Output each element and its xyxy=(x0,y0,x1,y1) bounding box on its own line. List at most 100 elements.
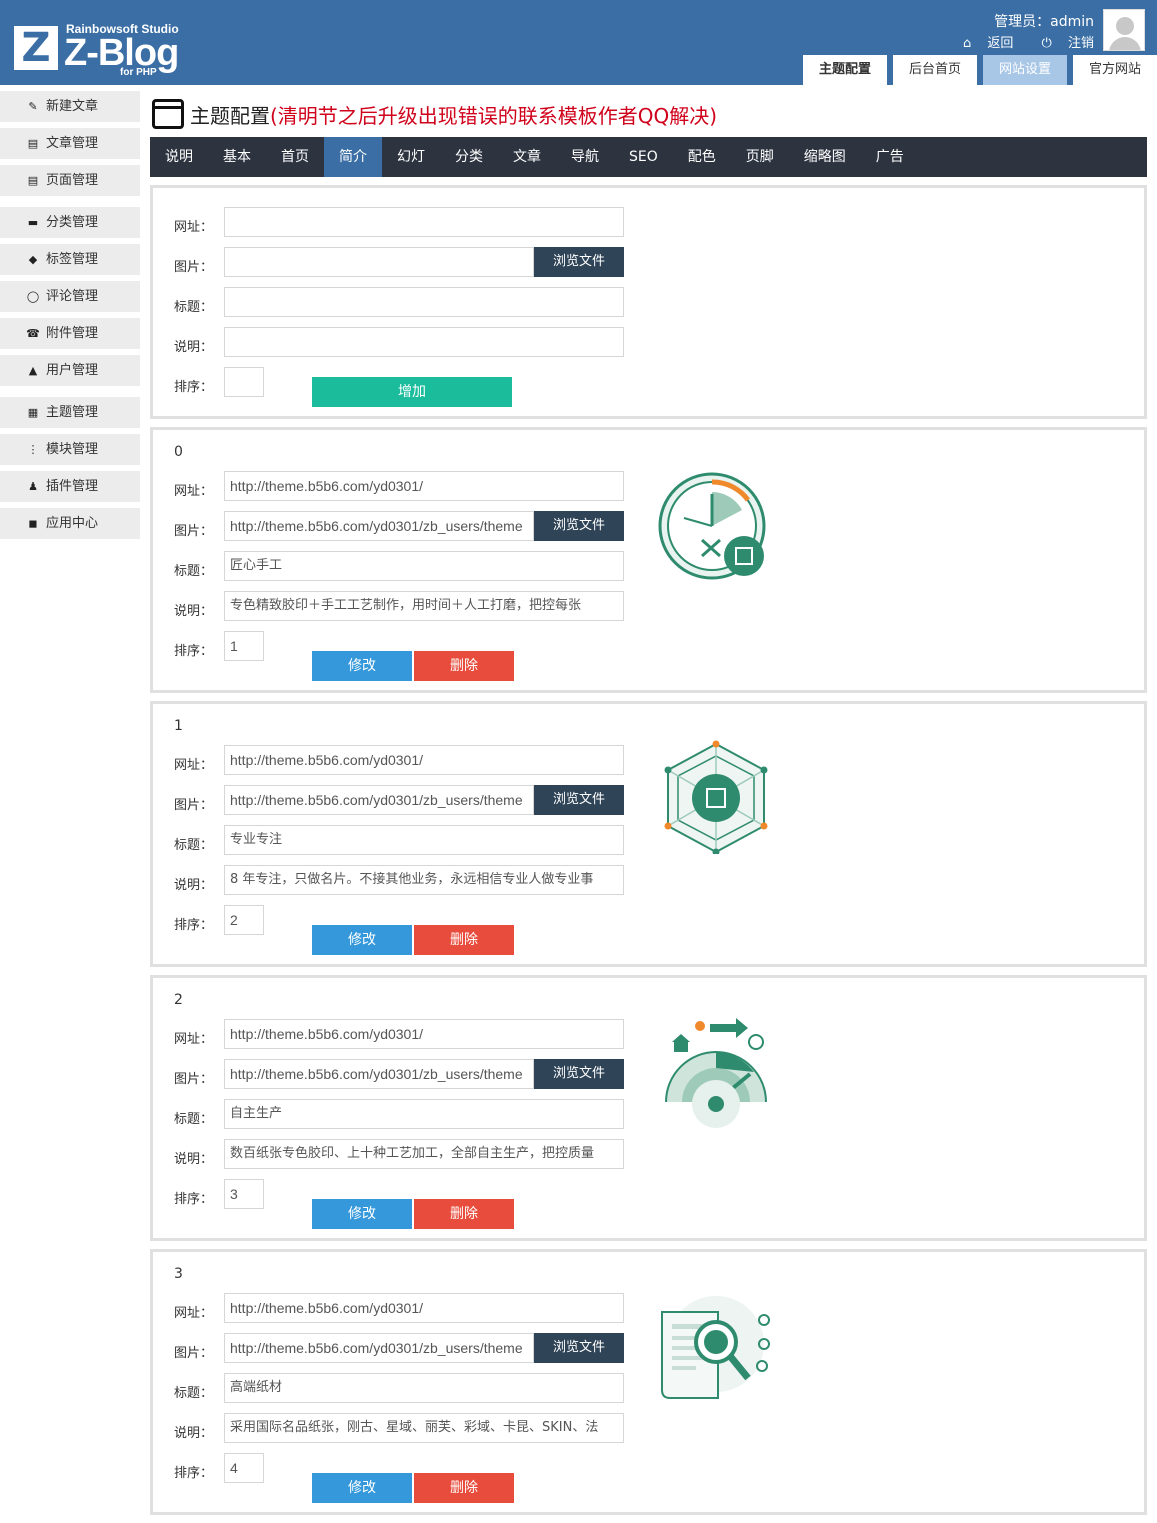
desc-input[interactable]: 数百纸张专色胶印、上十种工艺加工，全部自主生产，把控质量 xyxy=(224,1139,624,1169)
browse-file-button[interactable]: 浏览文件 xyxy=(534,1059,624,1089)
sidebar-item-themes[interactable]: ▦ 主题管理 xyxy=(0,397,140,428)
tab-ads[interactable]: 广告 xyxy=(861,137,919,177)
hexagon-network-icon xyxy=(664,740,768,854)
sidebar-item-pages[interactable]: ▤ 页面管理 xyxy=(0,165,140,196)
header-tab-site-settings[interactable]: 网站设置 xyxy=(982,55,1067,85)
browse-file-button[interactable]: 浏览文件 xyxy=(534,785,624,815)
sidebar-item-label: 评论管理 xyxy=(46,289,99,304)
plugin-icon: ♟ xyxy=(28,480,38,493)
sidebar-item-new-article[interactable]: ✎ 新建文章 xyxy=(0,91,140,122)
new-url-input[interactable] xyxy=(224,207,624,237)
app-center-icon: ◼ xyxy=(28,517,38,530)
delete-button[interactable]: 删除 xyxy=(414,651,514,681)
sidebar-item-label: 分类管理 xyxy=(46,215,99,230)
sidebar-item-label: 模块管理 xyxy=(46,442,99,457)
attachment-icon: ☎ xyxy=(26,327,40,340)
sidebar-item-label: 标签管理 xyxy=(46,252,99,267)
avatar-head-shape xyxy=(1116,17,1134,35)
sidebar-item-plugins[interactable]: ♟ 插件管理 xyxy=(0,471,140,502)
add-button[interactable]: 增加 xyxy=(312,377,512,407)
browse-file-button[interactable]: 浏览文件 xyxy=(534,511,624,541)
edit-button[interactable]: 修改 xyxy=(312,1473,412,1503)
delete-button[interactable]: 删除 xyxy=(414,925,514,955)
url-input[interactable]: http://theme.b5b6.com/yd0301/ xyxy=(224,1019,624,1049)
image-input[interactable]: http://theme.b5b6.com/yd0301/zb_users/th… xyxy=(224,1333,534,1363)
new-desc-input[interactable] xyxy=(224,327,624,357)
tab-categories[interactable]: 分类 xyxy=(440,137,498,177)
url-input[interactable]: http://theme.b5b6.com/yd0301/ xyxy=(224,1293,624,1323)
logout-link[interactable]: ⏻ 注销 xyxy=(1030,32,1094,51)
image-label: 图片： xyxy=(174,1072,214,1087)
avatar[interactable] xyxy=(1103,9,1145,51)
page-title-note: (清明节之后升级出现错误的联系模板作者QQ解决) xyxy=(270,103,718,128)
zblog-logo[interactable]: Z Rainbowsoft Studio Z-Blog for PHP xyxy=(14,22,194,82)
order-input[interactable]: 2 xyxy=(224,905,264,935)
tab-seo[interactable]: SEO xyxy=(614,137,673,177)
desc-label: 说明： xyxy=(174,1426,214,1441)
logo-mark: Z xyxy=(14,26,58,70)
sidebar-item-attachments[interactable]: ☎ 附件管理 xyxy=(0,318,140,349)
new-image-input[interactable] xyxy=(224,247,534,277)
intro-item-panel: 0 网址： http://theme.b5b6.com/yd0301/ 图片： … xyxy=(150,427,1147,693)
title-label: 标题： xyxy=(174,1386,214,1401)
image-label: 图片： xyxy=(174,798,214,813)
back-link[interactable]: ⌂ 返回 xyxy=(951,32,1013,51)
order-label: 排序： xyxy=(174,380,214,395)
sidebar-item-comments[interactable]: ◯ 评论管理 xyxy=(0,281,140,312)
new-order-input[interactable] xyxy=(224,367,264,397)
tab-intro[interactable]: 简介 xyxy=(324,137,382,177)
title-input[interactable]: 专业专注 xyxy=(224,825,624,855)
sidebar-item-label: 插件管理 xyxy=(46,479,99,494)
sidebar-item-categories[interactable]: ▬ 分类管理 xyxy=(0,207,140,238)
tab-basic[interactable]: 基本 xyxy=(208,137,266,177)
tab-thumbnails[interactable]: 缩略图 xyxy=(789,137,861,177)
browse-file-button[interactable]: 浏览文件 xyxy=(534,247,624,277)
new-title-input[interactable] xyxy=(224,287,624,317)
order-label: 排序： xyxy=(174,644,214,659)
desc-input[interactable]: 采用国际名品纸张，刚古、星域、丽芙、彩域、卡昆、SKIN、法 xyxy=(224,1413,624,1443)
image-input[interactable]: http://theme.b5b6.com/yd0301/zb_users/th… xyxy=(224,1059,534,1089)
window-icon xyxy=(152,99,184,129)
page-title: 主题配置 (清明节之后升级出现错误的联系模板作者QQ解决) xyxy=(152,98,717,130)
url-input[interactable]: http://theme.b5b6.com/yd0301/ xyxy=(224,745,624,775)
delete-button[interactable]: 删除 xyxy=(414,1199,514,1229)
order-input[interactable]: 3 xyxy=(224,1179,264,1209)
desc-input[interactable]: 专色精致胶印＋手工工艺制作，用时间＋人工打磨，把控每张 xyxy=(224,591,624,621)
admin-user-label: 管理员：admin xyxy=(994,14,1094,30)
sidebar-item-tags[interactable]: ◆ 标签管理 xyxy=(0,244,140,275)
title-input[interactable]: 高端纸材 xyxy=(224,1373,624,1403)
edit-button[interactable]: 修改 xyxy=(312,651,412,681)
header-tab-official-site[interactable]: 官方网站 xyxy=(1072,55,1157,85)
title-input[interactable]: 自主生产 xyxy=(224,1099,624,1129)
image-input[interactable]: http://theme.b5b6.com/yd0301/zb_users/th… xyxy=(224,785,534,815)
edit-button[interactable]: 修改 xyxy=(312,1199,412,1229)
tab-home[interactable]: 首页 xyxy=(266,137,324,177)
tab-colors[interactable]: 配色 xyxy=(673,137,731,177)
edit-button[interactable]: 修改 xyxy=(312,925,412,955)
sidebar-item-app-center[interactable]: ◼ 应用中心 xyxy=(0,508,140,539)
desc-input[interactable]: 8 年专注，只做名片。不接其他业务，永远相信专业人做专业事 xyxy=(224,865,624,895)
title-label: 标题： xyxy=(174,838,214,853)
order-input[interactable]: 1 xyxy=(224,631,264,661)
delete-button[interactable]: 删除 xyxy=(414,1473,514,1503)
browse-file-button[interactable]: 浏览文件 xyxy=(534,1333,624,1363)
intro-item-panel: 3 网址： http://theme.b5b6.com/yd0301/ 图片： … xyxy=(150,1249,1147,1515)
tab-articles[interactable]: 文章 xyxy=(498,137,556,177)
url-label: 网址： xyxy=(174,758,214,773)
tab-navigation[interactable]: 导航 xyxy=(556,137,614,177)
url-input[interactable]: http://theme.b5b6.com/yd0301/ xyxy=(224,471,624,501)
intro-item-panel: 1 网址： http://theme.b5b6.com/yd0301/ 图片： … xyxy=(150,701,1147,967)
tab-slides[interactable]: 幻灯 xyxy=(382,137,440,177)
sidebar-item-users[interactable]: ▲ 用户管理 xyxy=(0,355,140,386)
tab-footer[interactable]: 页脚 xyxy=(731,137,789,177)
order-input[interactable]: 4 xyxy=(224,1453,264,1483)
sidebar-item-modules[interactable]: ⋮ 模块管理 xyxy=(0,434,140,465)
image-input[interactable]: http://theme.b5b6.com/yd0301/zb_users/th… xyxy=(224,511,534,541)
sidebar-item-articles[interactable]: ▤ 文章管理 xyxy=(0,128,140,159)
title-input[interactable]: 匠心手工 xyxy=(224,551,624,581)
header-tab-dashboard[interactable]: 后台首页 xyxy=(892,55,977,85)
header-tab-theme-config[interactable]: 主题配置 xyxy=(802,55,887,85)
url-label: 网址： xyxy=(174,1306,214,1321)
order-label: 排序： xyxy=(174,918,214,933)
tab-readme[interactable]: 说明 xyxy=(150,137,208,177)
